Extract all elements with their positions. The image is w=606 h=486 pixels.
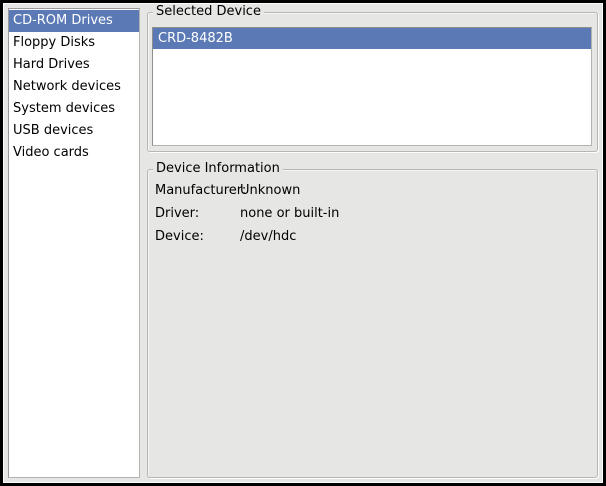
- device-info-frame-title: Device Information: [153, 161, 283, 177]
- category-item-hard-drives[interactable]: Hard Drives: [9, 54, 139, 76]
- category-list: CD-ROM Drives Floppy Disks Hard Drives N…: [8, 8, 140, 478]
- info-row-manufacturer: Manufacturer:Unknown: [155, 179, 591, 202]
- manufacturer-value: Unknown: [240, 183, 300, 198]
- selected-device-frame-title: Selected Device: [153, 4, 264, 20]
- category-item-network-devices[interactable]: Network devices: [9, 76, 139, 98]
- device-info-frame: Device Information Manufacturer:Unknown …: [147, 169, 598, 478]
- device-list[interactable]: CRD-8482B: [152, 27, 592, 146]
- device-value: /dev/hdc: [240, 229, 296, 244]
- category-item-floppy-disks[interactable]: Floppy Disks: [9, 32, 139, 54]
- info-row-driver: Driver:none or built-in: [155, 202, 591, 225]
- device-list-item-crd-8482b[interactable]: CRD-8482B: [153, 28, 591, 49]
- device-label: Device:: [155, 225, 240, 248]
- hardware-browser-window: CD-ROM Drives Floppy Disks Hard Drives N…: [0, 0, 606, 486]
- manufacturer-label: Manufacturer:: [155, 179, 240, 202]
- info-row-device: Device:/dev/hdc: [155, 225, 591, 248]
- detail-panel: Selected Device CRD-8482B Device Informa…: [147, 8, 598, 478]
- category-item-video-cards[interactable]: Video cards: [9, 142, 139, 164]
- device-info-rows: Manufacturer:Unknown Driver:none or buil…: [148, 170, 597, 248]
- selected-device-frame: Selected Device CRD-8482B: [147, 12, 598, 152]
- driver-value: none or built-in: [240, 206, 339, 221]
- driver-label: Driver:: [155, 202, 240, 225]
- category-item-cdrom-drives[interactable]: CD-ROM Drives: [9, 10, 139, 32]
- category-item-system-devices[interactable]: System devices: [9, 98, 139, 120]
- category-item-usb-devices[interactable]: USB devices: [9, 120, 139, 142]
